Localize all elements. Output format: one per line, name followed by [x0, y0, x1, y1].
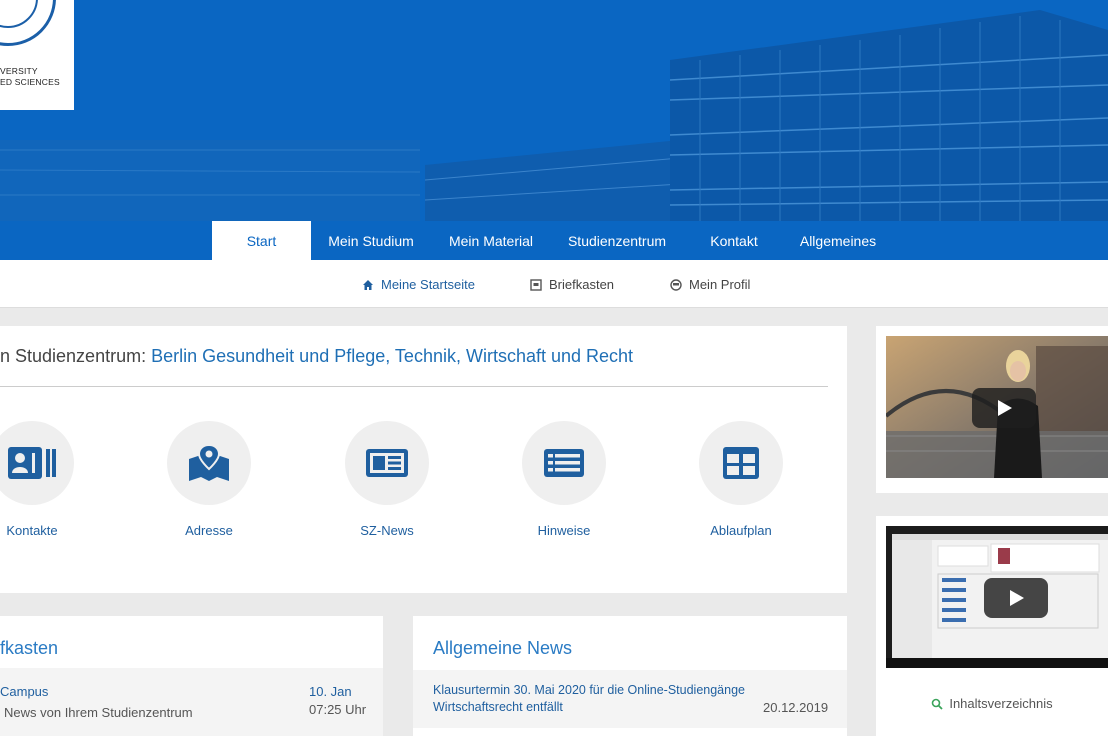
tile-label: SZ-News — [360, 523, 414, 538]
news-row[interactable]: Klausurtermin 30. Mai 2020 für die Onlin… — [413, 670, 847, 728]
play-button-2[interactable] — [984, 578, 1048, 618]
briefkasten-panel: fkasten Campus News von Ihrem Studienzen… — [0, 616, 383, 736]
video-card-1 — [876, 326, 1108, 493]
message-row[interactable]: Campus News von Ihrem Studienzentrum 10.… — [0, 668, 383, 736]
subnav-meine-startseite[interactable]: Meine Startseite — [362, 277, 475, 292]
inhaltsverzeichnis-link[interactable]: Inhaltsverzeichnis — [876, 696, 1108, 711]
map-pin-icon — [189, 445, 229, 481]
tile-label: Adresse — [185, 523, 233, 538]
subnav-label: Meine Startseite — [381, 277, 475, 292]
news-title: Allgemeine News — [433, 638, 573, 658]
video-thumbnail-1[interactable] — [886, 336, 1108, 478]
video-card-2: Inhaltsverzeichnis — [876, 516, 1108, 736]
tab-mein-studium[interactable]: Mein Studium — [317, 221, 425, 260]
play-icon — [998, 400, 1012, 416]
contact-card-icon — [8, 447, 56, 479]
inbox-icon — [530, 278, 542, 291]
tile-kontakte[interactable]: Kontakte — [0, 421, 74, 538]
news-panel: Allgemeine News Klausurtermin 30. Mai 20… — [413, 616, 847, 736]
studienzentrum-panel: n Studienzentrum: Berlin Gesundheit und … — [0, 326, 847, 593]
subnav-label: Briefkasten — [549, 277, 615, 292]
tab-allgemeines[interactable]: Allgemeines — [790, 221, 886, 260]
logo-line-2: ED SCIENCES — [0, 77, 60, 87]
grid-icon — [723, 447, 759, 479]
logo[interactable]: VERSITY ED SCIENCES — [0, 0, 74, 110]
studienzentrum-prefix: n Studienzentrum: — [0, 346, 152, 366]
tab-kontakt[interactable]: Kontakt — [693, 221, 775, 260]
news-text: Klausurtermin 30. Mai 2020 für die Onlin… — [433, 683, 745, 714]
subnav-mein-profil[interactable]: Mein Profil — [670, 277, 750, 292]
video-thumbnail-2[interactable] — [886, 526, 1108, 668]
play-icon — [1010, 590, 1024, 606]
tab-mein-material[interactable]: Mein Material — [437, 221, 545, 260]
tab-studienzentrum[interactable]: Studienzentrum — [557, 221, 677, 260]
subnav-label: Mein Profil — [689, 277, 751, 292]
divider — [0, 386, 828, 387]
header-banner: VERSITY ED SCIENCES — [0, 0, 1108, 221]
main-navigation: Start Mein Studium Mein Material Studien… — [0, 221, 1108, 260]
tab-start[interactable]: Start — [212, 221, 311, 260]
tile-adresse[interactable]: Adresse — [167, 421, 251, 538]
tile-label: Ablaufplan — [710, 523, 772, 538]
tile-sz-news[interactable]: SZ-News — [345, 421, 429, 538]
list-icon — [544, 449, 584, 477]
search-icon — [932, 698, 943, 710]
tile-hinweise[interactable]: Hinweise — [522, 421, 606, 538]
message-time: 07:25 Uhr — [309, 702, 367, 717]
logo-line-1: VERSITY — [0, 66, 38, 76]
profile-icon — [670, 278, 682, 291]
subnav-briefkasten[interactable]: Briefkasten — [530, 277, 614, 292]
tile-label: Kontakte — [6, 523, 58, 538]
message-subject: News von Ihrem Studienzentrum — [4, 705, 193, 720]
studienzentrum-name[interactable]: Berlin Gesundheit und Pflege, Technik, W… — [151, 346, 633, 366]
tile-ablaufplan[interactable]: Ablaufplan — [699, 421, 783, 538]
news-date: 20.12.2019 — [763, 700, 829, 715]
message-date: 10. Jan — [309, 684, 352, 699]
tile-label: Hinweise — [537, 523, 591, 538]
inhaltsverzeichnis-label: Inhaltsverzeichnis — [949, 696, 1053, 711]
home-icon — [363, 279, 373, 290]
sub-navigation: Meine Startseite Briefkasten Mein Profil — [0, 260, 1108, 308]
newspaper-icon — [366, 449, 408, 477]
studienzentrum-title: n Studienzentrum: Berlin Gesundheit und … — [0, 346, 633, 367]
message-sender: Campus — [0, 684, 49, 699]
play-button-1[interactable] — [972, 388, 1036, 428]
briefkasten-title: fkasten — [0, 638, 59, 658]
building-image — [0, 0, 1108, 221]
